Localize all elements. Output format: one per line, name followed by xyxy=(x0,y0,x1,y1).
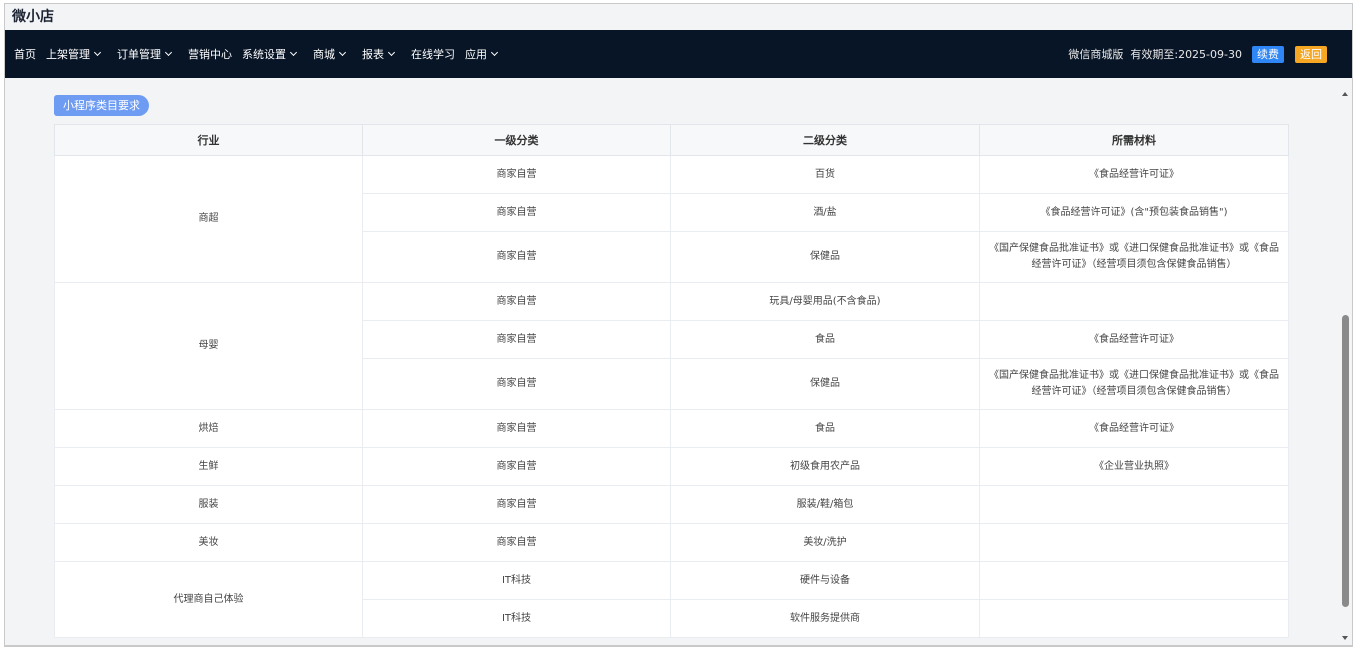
industry-cell: 母婴 xyxy=(54,282,363,410)
primary-category-cell: IT科技 xyxy=(362,599,671,638)
primary-category-cell: 商家自营 xyxy=(362,409,671,448)
nav-item-label: 报表 xyxy=(362,48,384,61)
materials-cell: 《食品经营许可证》 xyxy=(979,155,1289,194)
materials-cell xyxy=(979,485,1289,524)
industry-cell: 美妆 xyxy=(54,523,363,562)
secondary-category-cell: 软件服务提供商 xyxy=(670,599,980,638)
column-header-industry: 行业 xyxy=(54,124,363,156)
industry-cell: 商超 xyxy=(54,155,363,283)
secondary-category-cell: 美妆/洗护 xyxy=(670,523,980,562)
primary-category-cell: IT科技 xyxy=(362,561,671,600)
nav-item-mall[interactable]: 商城 xyxy=(313,46,347,62)
category-table-wrapper: 行业 一级分类 二级分类 所需材料 商超 商家自营 百货 《食品经营许可证》 商… xyxy=(54,124,1289,638)
app-window: 微小店 首页 上架管理 订单管理 营销中心 系统设置 商城 报表 在线学习 应用… xyxy=(4,3,1353,647)
primary-category-cell: 商家自营 xyxy=(362,447,671,486)
materials-cell xyxy=(979,282,1289,321)
top-navbar: 首页 上架管理 订单管理 营销中心 系统设置 商城 报表 在线学习 应用 微信商… xyxy=(5,30,1352,78)
secondary-category-cell: 保健品 xyxy=(670,231,980,283)
nav-item-label: 系统设置 xyxy=(242,48,286,61)
nav-item-settings[interactable]: 系统设置 xyxy=(242,46,298,62)
nav-item-label: 商城 xyxy=(313,48,335,61)
secondary-category-cell: 硬件与设备 xyxy=(670,561,980,600)
nav-item-label: 在线学习 xyxy=(411,48,455,61)
primary-category-cell: 商家自营 xyxy=(362,358,671,410)
materials-cell: 《食品经营许可证》(含"预包装食品销售") xyxy=(979,193,1289,232)
vertical-scrollbar[interactable] xyxy=(1338,78,1352,645)
chevron-down-icon xyxy=(387,48,396,57)
secondary-category-cell: 食品 xyxy=(670,320,980,359)
primary-category-cell: 商家自营 xyxy=(362,193,671,232)
secondary-category-cell: 酒/盐 xyxy=(670,193,980,232)
renew-button[interactable]: 续费 xyxy=(1252,45,1284,63)
scroll-up-arrow-icon[interactable] xyxy=(1342,92,1348,96)
nav-item-apps[interactable]: 应用 xyxy=(465,46,499,62)
back-button[interactable]: 返回 xyxy=(1295,45,1327,63)
chevron-down-icon xyxy=(338,48,347,57)
primary-category-cell: 商家自营 xyxy=(362,523,671,562)
edition-label: 微信商城版 xyxy=(1068,48,1124,61)
materials-cell: 《食品经营许可证》 xyxy=(979,409,1289,448)
industry-cell: 烘焙 xyxy=(54,409,363,448)
nav-account-area: 微信商城版 有效期至:2025-09-30 续费 返回 xyxy=(1068,30,1327,78)
primary-category-cell: 商家自营 xyxy=(362,485,671,524)
table-row: 服装 商家自营 服装/鞋/箱包 xyxy=(54,485,1289,524)
table-row: 生鲜 商家自营 初级食用农产品 《企业营业执照》 xyxy=(54,447,1289,486)
nav-item-label: 订单管理 xyxy=(117,48,161,61)
nav-item-orders[interactable]: 订单管理 xyxy=(117,46,173,62)
materials-cell: 《食品经营许可证》 xyxy=(979,320,1289,359)
nav-item-label: 应用 xyxy=(465,48,487,61)
industry-cell: 服装 xyxy=(54,485,363,524)
table-row: 商超 商家自营 百货 《食品经营许可证》 xyxy=(54,155,1289,283)
nav-item-online-learning[interactable]: 在线学习 xyxy=(411,46,455,62)
nav-item-label: 首页 xyxy=(14,48,36,61)
primary-category-cell: 商家自营 xyxy=(362,231,671,283)
category-requirements-table: 行业 一级分类 二级分类 所需材料 商超 商家自营 百货 《食品经营许可证》 商… xyxy=(54,124,1289,638)
nav-item-label: 上架管理 xyxy=(46,48,90,61)
expiry-label: 有效期至:2025-09-30 xyxy=(1130,48,1242,61)
table-row: 烘焙 商家自营 食品 《食品经营许可证》 xyxy=(54,409,1289,448)
nav-item-label: 营销中心 xyxy=(188,48,232,61)
chevron-down-icon xyxy=(164,48,173,57)
chevron-down-icon xyxy=(490,48,499,57)
secondary-category-cell: 初级食用农产品 xyxy=(670,447,980,486)
table-row: 母婴 商家自营 玩具/母婴用品(不含食品) xyxy=(54,282,1289,410)
primary-category-cell: 商家自营 xyxy=(362,282,671,321)
materials-cell xyxy=(979,561,1289,600)
chevron-down-icon xyxy=(289,48,298,57)
nav-item-marketing[interactable]: 营销中心 xyxy=(188,46,232,62)
table-header-row: 行业 一级分类 二级分类 所需材料 xyxy=(54,124,1289,156)
nav-menu: 首页 上架管理 订单管理 营销中心 系统设置 商城 报表 在线学习 应用 xyxy=(14,30,514,78)
chevron-down-icon xyxy=(93,48,102,57)
secondary-category-cell: 保健品 xyxy=(670,358,980,410)
table-row: 美妆 商家自营 美妆/洗护 xyxy=(54,523,1289,562)
industry-cell: 生鲜 xyxy=(54,447,363,486)
secondary-category-cell: 食品 xyxy=(670,409,980,448)
main-content: 小程序类目要求 行业 一级分类 二级分类 所需材料 商超 商家自营 百货 《食品… xyxy=(5,78,1338,645)
nav-item-listing[interactable]: 上架管理 xyxy=(46,46,102,62)
scrollbar-thumb[interactable] xyxy=(1342,315,1349,607)
table-row: 代理商自己体验 IT科技 硬件与设备 xyxy=(54,561,1289,638)
materials-cell: 《企业营业执照》 xyxy=(979,447,1289,486)
industry-cell: 代理商自己体验 xyxy=(54,561,363,638)
materials-cell: 《国产保健食品批准证书》或《进口保健食品批准证书》或《食品经营许可证》（经营项目… xyxy=(979,358,1289,410)
scroll-down-arrow-icon[interactable] xyxy=(1342,636,1348,640)
column-header-secondary-category: 二级分类 xyxy=(670,124,980,156)
materials-cell xyxy=(979,523,1289,562)
secondary-category-cell: 玩具/母婴用品(不含食品) xyxy=(670,282,980,321)
secondary-category-cell: 服装/鞋/箱包 xyxy=(670,485,980,524)
primary-category-cell: 商家自营 xyxy=(362,155,671,194)
materials-cell: 《国产保健食品批准证书》或《进口保健食品批准证书》或《食品经营许可证》（经营项目… xyxy=(979,231,1289,283)
column-header-materials: 所需材料 xyxy=(979,124,1289,156)
materials-cell xyxy=(979,599,1289,638)
secondary-category-cell: 百货 xyxy=(670,155,980,194)
app-title: 微小店 xyxy=(5,4,1352,30)
section-title-pill: 小程序类目要求 xyxy=(54,95,149,116)
primary-category-cell: 商家自营 xyxy=(362,320,671,359)
nav-item-home[interactable]: 首页 xyxy=(14,46,36,62)
nav-item-reports[interactable]: 报表 xyxy=(362,46,396,62)
column-header-primary-category: 一级分类 xyxy=(362,124,671,156)
